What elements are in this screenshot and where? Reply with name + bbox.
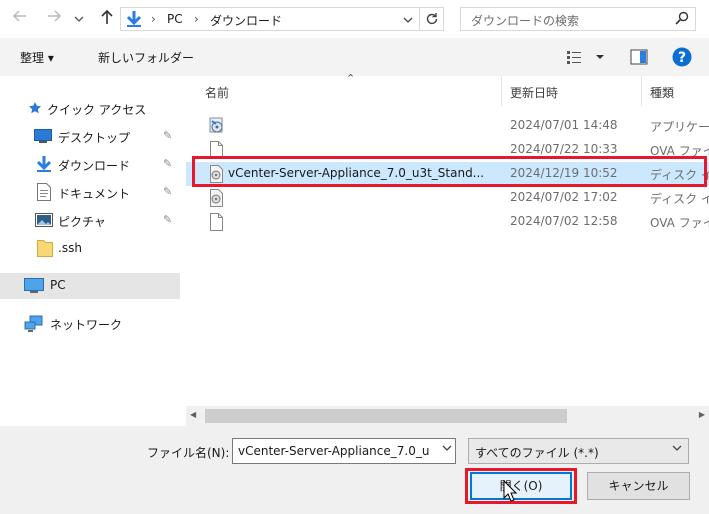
scroll-right-icon[interactable]: ▶ [699,410,705,419]
nav-item-label: ピクチャ [58,215,106,229]
nav-item-pictures[interactable]: ピクチャ ✎ [0,208,180,234]
filename-input[interactable]: vCenter-Server-Appliance_7.0_u [232,438,456,464]
file-type-filter-value: すべてのファイル (*.*) [475,446,599,460]
download-arrow-icon [36,155,52,176]
view-list-icon [567,51,604,64]
nav-item-documents[interactable]: ドキュメント ✎ [0,180,180,206]
blank-file-icon [208,213,224,234]
nav-item-label: デスクトップ [58,131,131,145]
network-icon [24,315,44,336]
nav-item-network[interactable]: ネットワーク [0,311,180,337]
nav-item-label: ドキュメント [58,187,131,201]
selection-annotation-box [192,156,707,187]
download-arrow-icon [125,10,143,31]
file-date: 2024/07/22 10:33 [510,142,618,156]
file-type: ディスク イメージ [650,192,709,206]
breadcrumb-pc[interactable]: PC [167,12,183,26]
column-divider[interactable] [501,76,502,106]
picture-icon [35,213,53,230]
file-date: 2024/07/02 17:02 [510,190,618,204]
file-date: 2024/07/02 12:58 [510,214,618,228]
refresh-icon [426,13,438,25]
nav-item-pc[interactable]: PC [0,273,180,299]
nav-quick-access-label: クイック アクセス [47,103,147,117]
computer-icon [24,278,44,297]
arrow-right-icon [48,10,62,22]
search-placeholder: ダウンロードの検索 [471,14,580,28]
search-icon [675,11,689,28]
filename-label: ファイル名(N): [147,446,230,460]
chevron-down-icon [672,443,682,456]
nav-item-label: ネットワーク [50,318,123,332]
forward-button[interactable] [44,9,64,29]
arrow-left-icon [12,10,26,22]
scrollbar-thumb[interactable] [205,409,567,423]
file-type: アプリケーション [650,120,709,134]
sort-ascending-icon: ⌃ [346,72,356,85]
disc-image-icon [208,189,224,210]
nav-quick-access[interactable]: クイック アクセス [0,96,180,122]
breadcrumb-separator-icon: › [194,12,199,26]
back-button[interactable] [10,9,30,29]
preview-pane-icon [630,49,648,65]
pin-icon: ✎ [163,129,173,142]
filename-value: vCenter-Server-Appliance_7.0_u [238,444,430,458]
installer-icon [208,117,226,138]
organize-button[interactable]: 整理 ▾ [20,49,54,66]
chevron-down-icon [74,16,84,22]
file-type: OVA ファイル [650,216,709,230]
column-header-modified[interactable]: 更新日時 [510,84,558,101]
file-row[interactable]: 2024/07/02 17:02 ディスク イメージ [186,186,709,210]
column-header-name[interactable]: 名前 [205,84,229,101]
preview-pane-button[interactable] [630,49,648,68]
file-row[interactable]: 2024/07/01 14:48 アプリケーション [186,114,709,138]
chevron-down-icon [403,17,413,23]
nav-item-desktop[interactable]: デスクトップ ✎ [0,124,180,150]
mouse-cursor-icon [503,479,518,505]
help-button[interactable]: ? [672,47,692,70]
recent-locations-dropdown[interactable] [74,13,84,27]
pin-icon: ✎ [163,157,173,170]
document-icon [37,183,51,204]
pin-icon: ✎ [163,185,173,198]
nav-item-label: ダウンロード [58,159,131,173]
breadcrumb-downloads[interactable]: ダウンロード [210,12,282,29]
nav-item-ssh[interactable]: .ssh [0,236,180,262]
file-type-filter-select[interactable]: すべてのファイル (*.*) [468,438,689,464]
file-list: ⌃ 名前 更新日時 種類 2024/07/01 14:48 アプリケーション 2… [186,72,709,406]
help-icon: ? [672,47,692,67]
file-row[interactable]: 2024/07/02 12:58 OVA ファイル [186,210,709,234]
address-history-dropdown[interactable] [403,14,413,28]
folder-icon [37,239,53,260]
refresh-button[interactable] [420,7,444,31]
pin-icon: ✎ [163,213,173,226]
desktop-icon [34,129,52,146]
star-icon [28,101,42,118]
up-button[interactable] [97,9,117,29]
nav-item-label: PC [50,278,66,292]
view-options-button[interactable] [566,50,610,67]
new-folder-button[interactable]: 新しいフォルダー [98,49,194,66]
svg-text:?: ? [678,50,686,66]
nav-item-downloads[interactable]: ダウンロード ✎ [0,152,180,178]
column-header-type[interactable]: 種類 [650,84,674,101]
file-date: 2024/07/01 14:48 [510,118,618,132]
open-button-annotation-box [465,468,577,504]
breadcrumb-separator-icon: › [151,12,156,26]
cancel-button[interactable]: キャンセル [587,472,690,500]
search-input[interactable]: ダウンロードの検索 [460,7,696,31]
column-divider[interactable] [641,76,642,106]
address-bar[interactable]: › PC › ダウンロード [120,7,420,31]
scroll-left-icon[interactable]: ◀ [190,410,196,419]
chevron-down-icon[interactable] [442,443,452,456]
arrow-up-icon [101,9,113,24]
nav-item-label: .ssh [58,241,82,255]
